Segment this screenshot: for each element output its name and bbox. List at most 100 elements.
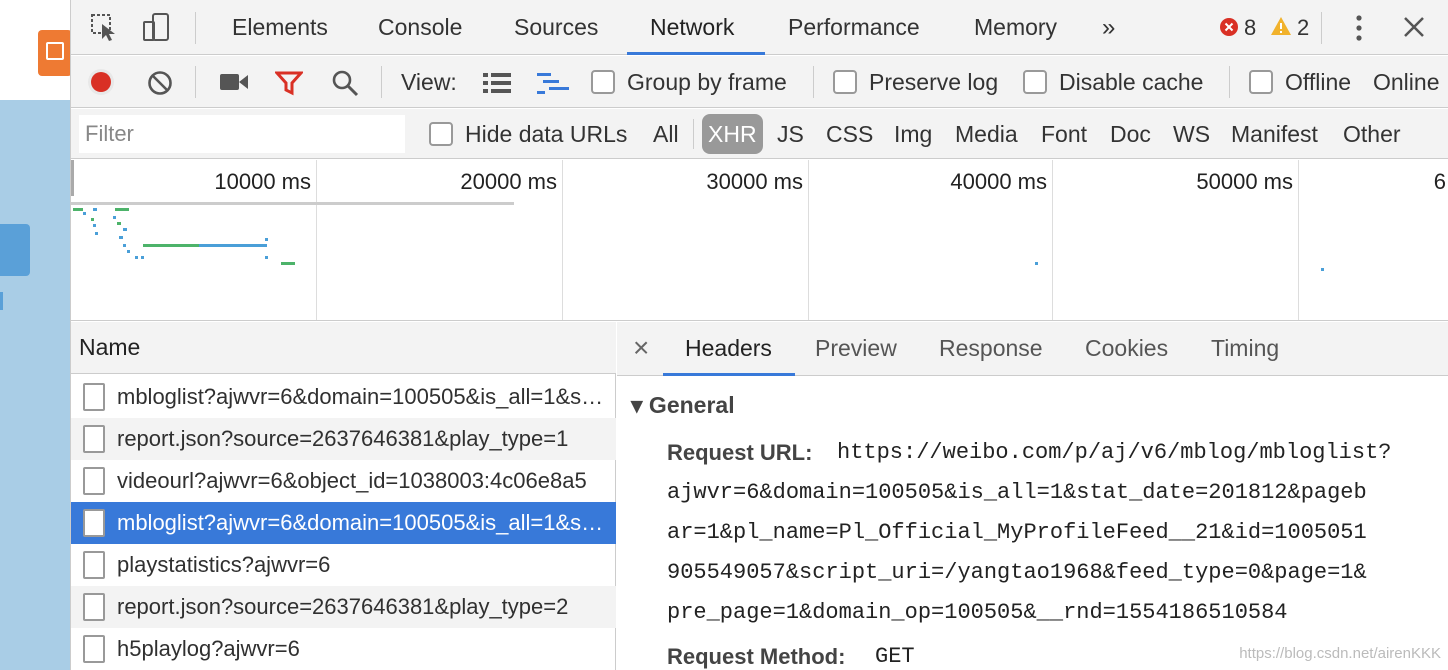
filter-type-all[interactable]: All <box>653 109 679 159</box>
request-name: h5playlog?ajwvr=6 <box>117 636 300 661</box>
waterfall-overview-icon[interactable] <box>537 72 569 94</box>
network-overview[interactable]: 10000 ms 20000 ms 30000 ms 40000 ms 5000… <box>71 160 1448 321</box>
close-devtools-icon[interactable] <box>1403 16 1425 38</box>
request-url-value: 905549057&script_uri=/yangtao1968&feed_t… <box>667 560 1367 585</box>
tick-label: 50000 ms <box>1196 169 1293 194</box>
filter-icon[interactable] <box>275 70 303 96</box>
name-column-header[interactable]: Name <box>71 322 616 374</box>
more-options-icon[interactable] <box>1349 13 1369 43</box>
request-method-label: Request Method: <box>667 644 846 669</box>
error-icon[interactable] <box>1219 17 1239 37</box>
offline-checkbox[interactable] <box>1249 70 1273 94</box>
tab-performance[interactable]: Performance <box>788 0 920 55</box>
tab-response[interactable]: Response <box>939 322 1043 376</box>
request-row[interactable]: report.json?source=2637646381&play_type=… <box>71 586 616 628</box>
clear-icon[interactable] <box>147 70 173 96</box>
request-name: playstatistics?ajwvr=6 <box>117 552 331 577</box>
request-url-label: Request URL: <box>667 440 813 465</box>
group-by-frame-label[interactable]: Group by frame <box>627 56 787 108</box>
inspect-element-icon[interactable] <box>89 12 119 42</box>
tab-memory[interactable]: Memory <box>974 0 1057 55</box>
disable-cache-label[interactable]: Disable cache <box>1059 56 1203 108</box>
request-name: videourl?ajwvr=6&object_id=1038003:4c06e… <box>117 468 587 493</box>
request-row[interactable]: h5playlog?ajwvr=6 <box>71 628 616 670</box>
large-rows-icon[interactable] <box>483 72 511 94</box>
overview-selection-bar <box>71 202 514 205</box>
throttling-select[interactable]: Online <box>1373 56 1439 108</box>
filter-type-manifest[interactable]: Manifest <box>1231 109 1318 159</box>
tab-cookies[interactable]: Cookies <box>1085 322 1168 376</box>
filter-type-img[interactable]: Img <box>894 109 932 159</box>
preserve-log-label[interactable]: Preserve log <box>869 56 998 108</box>
tab-network[interactable]: Network <box>650 0 734 55</box>
filter-bar: Hide data URLs All XHR JS CSS Img Media … <box>71 109 1448 159</box>
offline-label[interactable]: Offline <box>1285 56 1351 108</box>
filter-type-media[interactable]: Media <box>955 109 1018 159</box>
request-row[interactable]: playstatistics?ajwvr=6 <box>71 544 616 586</box>
filter-type-css[interactable]: CSS <box>826 109 873 159</box>
tick-label: 20000 ms <box>460 169 557 194</box>
tick-label: 6 <box>1433 169 1446 194</box>
file-icon <box>83 467 105 495</box>
hide-data-urls-label[interactable]: Hide data URLs <box>465 109 627 159</box>
filter-type-xhr[interactable]: XHR <box>702 114 763 154</box>
view-label: View: <box>401 69 457 95</box>
network-toolbar: View: Group by frame Preserve log Disabl… <box>71 56 1448 108</box>
request-name: report.json?source=2637646381&play_type=… <box>117 426 569 451</box>
page-side-button <box>0 224 30 276</box>
request-url-value: ajwvr=6&domain=100505&is_all=1&stat_date… <box>667 480 1367 505</box>
request-url-value: ar=1&pl_name=Pl_Official_MyProfileFeed__… <box>667 520 1367 545</box>
request-details: × Headers Preview Response Cookies Timin… <box>617 322 1448 670</box>
filter-type-font[interactable]: Font <box>1041 109 1087 159</box>
app-logo <box>38 30 72 76</box>
more-tabs-button[interactable]: » <box>1102 0 1115 55</box>
device-toolbar-icon[interactable] <box>141 12 171 42</box>
request-list: Name mbloglist?ajwvr=6&domain=100505&is_… <box>71 322 616 670</box>
filter-type-ws[interactable]: WS <box>1173 109 1210 159</box>
request-row[interactable]: mbloglist?ajwvr=6&domain=100505&is_all=1… <box>71 376 616 418</box>
active-tab-indicator <box>627 52 765 55</box>
tab-preview[interactable]: Preview <box>815 322 897 376</box>
request-row-selected[interactable]: mbloglist?ajwvr=6&domain=100505&is_all=1… <box>71 502 616 544</box>
file-icon <box>83 509 105 537</box>
request-row[interactable]: report.json?source=2637646381&play_type=… <box>71 418 616 460</box>
tick-label: 10000 ms <box>214 169 311 194</box>
tab-timing[interactable]: Timing <box>1211 322 1279 376</box>
close-details-button[interactable]: × <box>633 322 649 376</box>
filter-type-js[interactable]: JS <box>777 109 804 159</box>
tab-sources[interactable]: Sources <box>514 0 598 55</box>
warning-icon[interactable] <box>1270 16 1292 36</box>
general-section-header[interactable]: ▾ General <box>631 392 735 419</box>
hide-data-urls-checkbox[interactable] <box>429 122 453 146</box>
request-url-value: pre_page=1&domain_op=100505&__rnd=155418… <box>667 600 1288 625</box>
filter-input[interactable] <box>79 115 405 153</box>
request-method-value: GET <box>875 644 915 669</box>
watermark: https://blog.csdn.net/airenKKK <box>1239 645 1441 662</box>
filter-type-doc[interactable]: Doc <box>1110 109 1151 159</box>
search-icon[interactable] <box>331 69 359 97</box>
preserve-log-checkbox[interactable] <box>833 70 857 94</box>
capture-screenshots-icon[interactable] <box>219 72 249 92</box>
error-count[interactable]: 8 <box>1244 0 1256 55</box>
request-name: mbloglist?ajwvr=6&domain=100505&is_all=1… <box>117 510 607 535</box>
warning-count[interactable]: 2 <box>1297 0 1309 55</box>
record-icon[interactable] <box>87 68 115 96</box>
tab-headers[interactable]: Headers <box>685 322 772 376</box>
request-row[interactable]: videourl?ajwvr=6&object_id=1038003:4c06e… <box>71 460 616 502</box>
tick-label: 30000 ms <box>706 169 803 194</box>
devtools-panel: Elements Console Sources Network Perform… <box>70 0 1448 670</box>
group-by-frame-checkbox[interactable] <box>591 70 615 94</box>
tick-label: 40000 ms <box>950 169 1047 194</box>
page-behind-devtools <box>0 0 72 670</box>
file-icon <box>83 635 105 663</box>
details-tab-bar: × Headers Preview Response Cookies Timin… <box>617 322 1448 376</box>
request-url-value: https://weibo.com/p/aj/v6/mblog/mbloglis… <box>837 440 1392 465</box>
filter-type-other[interactable]: Other <box>1343 109 1401 159</box>
tab-elements[interactable]: Elements <box>232 0 328 55</box>
request-name: mbloglist?ajwvr=6&domain=100505&is_all=1… <box>117 384 607 409</box>
request-name: report.json?source=2637646381&play_type=… <box>117 594 569 619</box>
active-detail-tab-indicator <box>663 373 795 376</box>
file-icon <box>83 425 105 453</box>
disable-cache-checkbox[interactable] <box>1023 70 1047 94</box>
tab-console[interactable]: Console <box>378 0 462 55</box>
